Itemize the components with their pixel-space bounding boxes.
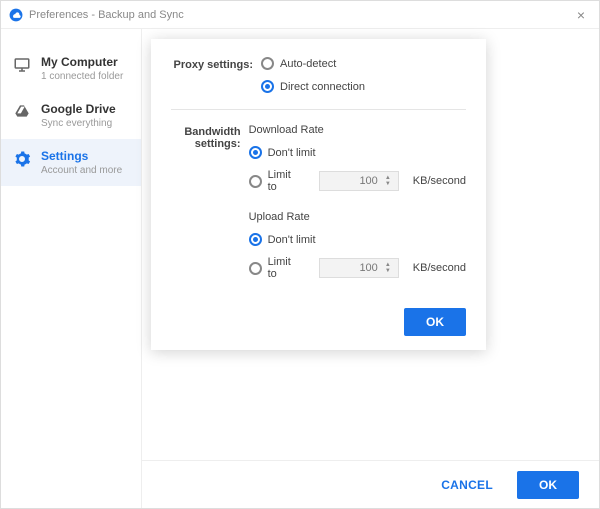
network-settings-dialog: Proxy settings: Auto-detect Direct conne… — [151, 39, 486, 350]
sidebar-item-title: Google Drive — [41, 102, 116, 116]
proxy-direct-connection-option[interactable]: Direct connection — [261, 80, 466, 93]
titlebar: Preferences - Backup and Sync × — [1, 1, 599, 29]
sidebar-item-subtitle: 1 connected folder — [41, 71, 123, 82]
download-limit-input[interactable]: 100 ▲▼ — [319, 171, 398, 191]
sidebar-item-my-computer[interactable]: My Computer 1 connected folder — [1, 45, 141, 92]
divider — [171, 109, 466, 110]
proxy-settings-label: Proxy settings: — [171, 57, 261, 71]
spinner-icon[interactable]: ▲▼ — [382, 262, 394, 274]
upload-limit-value: 100 — [359, 262, 377, 274]
upload-rate-heading: Upload Rate — [249, 211, 466, 223]
download-rate-heading: Download Rate — [249, 124, 466, 136]
radio-label: Don't limit — [268, 234, 316, 246]
sidebar-item-settings[interactable]: Settings Account and more — [1, 139, 141, 186]
radio-label: Limit to — [268, 256, 300, 280]
cancel-button[interactable]: CANCEL — [441, 478, 493, 492]
download-limit-unit: KB/second — [413, 175, 466, 187]
upload-limit-unit: KB/second — [413, 262, 466, 274]
close-icon[interactable]: × — [571, 7, 591, 23]
ok-button[interactable]: OK — [517, 471, 579, 499]
window-title: Preferences - Backup and Sync — [29, 9, 184, 21]
radio-label: Don't limit — [268, 147, 316, 159]
radio-label: Direct connection — [280, 81, 365, 93]
download-limit-value: 100 — [359, 175, 377, 187]
download-dont-limit-option[interactable]: Don't limit — [249, 146, 466, 159]
upload-limit-option[interactable]: Limit to 100 ▲▼ KB/second — [249, 256, 466, 280]
main-footer: CANCEL OK — [142, 460, 599, 508]
download-limit-option[interactable]: Limit to 100 ▲▼ KB/second — [249, 169, 466, 193]
monitor-icon — [13, 56, 31, 74]
radio-label: Limit to — [268, 169, 300, 193]
radio-icon — [261, 57, 274, 70]
dialog-ok-button[interactable]: OK — [404, 308, 466, 336]
radio-label: Auto-detect — [280, 58, 336, 70]
radio-icon — [261, 80, 274, 93]
sidebar: My Computer 1 connected folder Google Dr… — [1, 29, 141, 508]
sidebar-item-subtitle: Sync everything — [41, 118, 116, 129]
gear-icon — [13, 150, 31, 168]
radio-icon — [249, 146, 262, 159]
radio-icon — [249, 175, 262, 188]
app-icon — [9, 8, 23, 22]
sidebar-item-google-drive[interactable]: Google Drive Sync everything — [1, 92, 141, 139]
proxy-auto-detect-option[interactable]: Auto-detect — [261, 57, 466, 70]
upload-limit-input[interactable]: 100 ▲▼ — [319, 258, 398, 278]
radio-icon — [249, 233, 262, 246]
radio-icon — [249, 262, 262, 275]
bandwidth-settings-label: Bandwidth settings: — [171, 124, 249, 150]
sidebar-item-title: Settings — [41, 149, 122, 163]
drive-icon — [13, 103, 31, 121]
spinner-icon[interactable]: ▲▼ — [382, 175, 394, 187]
sidebar-item-subtitle: Account and more — [41, 165, 122, 176]
upload-dont-limit-option[interactable]: Don't limit — [249, 233, 466, 246]
sidebar-item-title: My Computer — [41, 55, 123, 69]
